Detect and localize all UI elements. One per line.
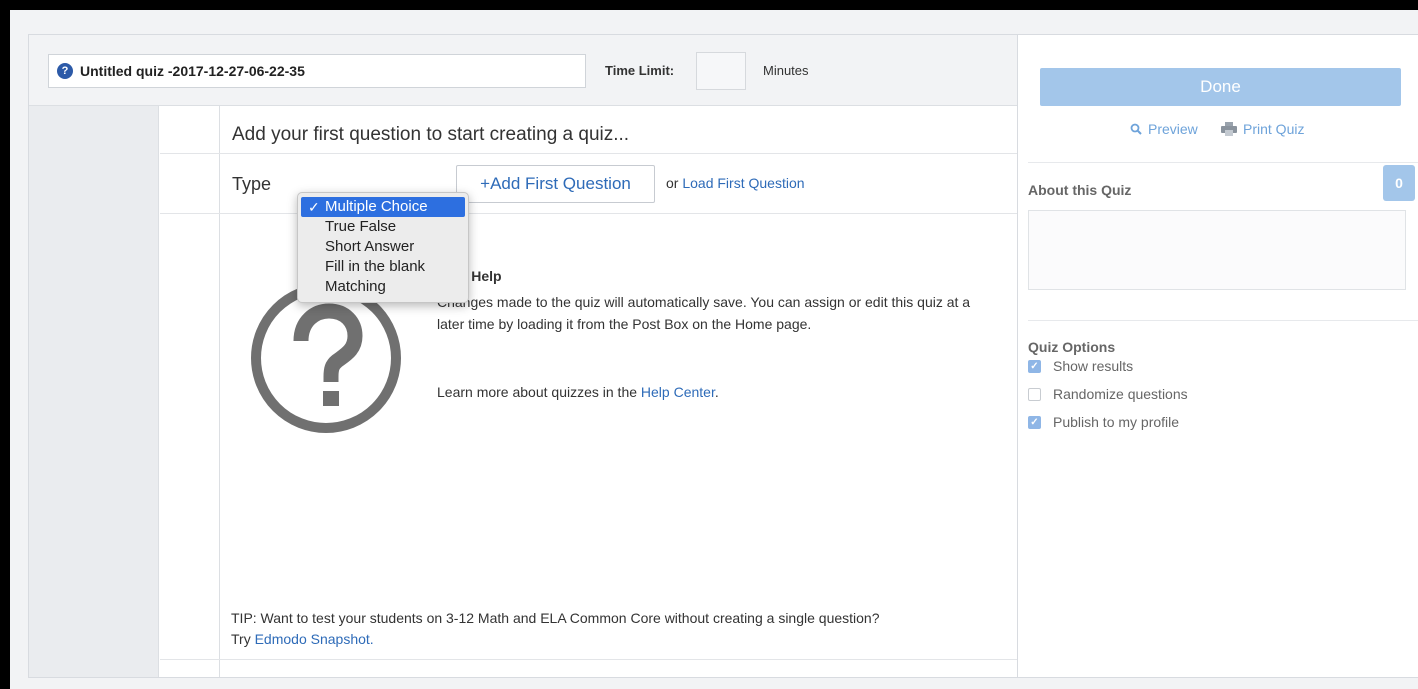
sidebar-divider — [1028, 320, 1418, 321]
row-divider — [160, 213, 1017, 214]
add-first-question-button[interactable]: +Add First Question — [456, 165, 655, 203]
type-option-label: Multiple Choice — [325, 198, 428, 215]
preview-label: Preview — [1148, 121, 1198, 137]
quiz-sidebar: Done Preview Print Quiz About this Quiz … — [1018, 34, 1418, 678]
quiz-icon: ? — [57, 63, 73, 79]
print-quiz-link[interactable]: Print Quiz — [1221, 121, 1304, 137]
tip-body: TIP: Want to test your students on 3-12 … — [231, 610, 880, 626]
type-option[interactable]: Short Answer — [298, 237, 468, 257]
time-limit-label: Time Limit: — [605, 63, 675, 78]
option-label: Show results — [1053, 358, 1134, 374]
tip-text: TIP: Want to test your students on 3-12 … — [231, 608, 1011, 650]
row-divider — [160, 153, 1017, 154]
quiz-options-title: Quiz Options — [1028, 339, 1116, 355]
quiz-title-text: Untitled quiz -2017-12-27-06-22-35 — [80, 63, 305, 79]
help-center-link[interactable]: Help Center — [641, 384, 715, 400]
print-quiz-label: Print Quiz — [1243, 121, 1305, 137]
magnifier-icon — [1130, 123, 1142, 135]
load-question-text: or Load First Question — [666, 175, 805, 191]
option-label: Publish to my profile — [1053, 414, 1180, 430]
printer-icon — [1221, 122, 1237, 136]
sidebar-divider — [1028, 162, 1418, 163]
question-type-dropdown[interactable]: ✓ Multiple Choice True False Short Answe… — [297, 192, 469, 303]
preview-link[interactable]: Preview — [1130, 121, 1198, 137]
help-more-prefix: Learn more about quizzes in the — [437, 384, 638, 400]
checkbox-checked[interactable]: ✓ — [1028, 359, 1041, 373]
quiz-title-field[interactable]: ? Untitled quiz -2017-12-27-06-22-35 — [48, 54, 586, 88]
type-option[interactable]: ✓ Multiple Choice — [301, 197, 465, 217]
tip-try-line: Try Edmodo Snapshot. — [231, 629, 1011, 650]
left-column — [29, 106, 159, 677]
option-label: Randomize questions — [1053, 386, 1188, 402]
type-option[interactable]: Fill in the blank — [298, 257, 468, 277]
done-button[interactable]: Done — [1040, 68, 1401, 106]
minutes-label: Minutes — [763, 63, 809, 78]
help-text: Changes made to the quiz will automatica… — [437, 294, 971, 332]
page-heading: Add your first question to start creatin… — [232, 124, 630, 145]
tip-try-prefix: Try — [231, 631, 251, 647]
quiz-header: ? Untitled quiz -2017-12-27-06-22-35 Tim… — [29, 35, 1017, 106]
checkbox-checked[interactable]: ✓ — [1028, 415, 1041, 429]
checkmark-icon: ✓ — [308, 199, 320, 215]
question-number-column — [160, 106, 220, 677]
load-first-question-link[interactable]: Load First Question — [682, 175, 804, 191]
option-randomize-questions[interactable]: Randomize questions — [1028, 386, 1188, 402]
or-text: or — [666, 175, 679, 191]
option-publish-profile[interactable]: ✓ Publish to my profile — [1028, 414, 1179, 430]
help-more-text: Learn more about quizzes in the Help Cen… — [437, 384, 719, 400]
checkbox-unchecked[interactable] — [1028, 387, 1041, 401]
type-option[interactable]: Matching — [298, 277, 468, 297]
time-limit-input[interactable] — [696, 52, 746, 90]
row-divider — [160, 659, 1017, 660]
question-count-badge: 0 — [1383, 165, 1415, 201]
about-quiz-title: About this Quiz — [1028, 182, 1132, 198]
quiz-editor: ? Untitled quiz -2017-12-27-06-22-35 Tim… — [10, 10, 1418, 689]
help-more-suffix: . — [714, 384, 719, 400]
question-mark-icon — [251, 283, 401, 433]
option-show-results[interactable]: ✓ Show results — [1028, 358, 1133, 374]
type-label: Type — [232, 174, 272, 194]
edmodo-snapshot-link[interactable]: Edmodo Snapshot. — [255, 631, 374, 647]
quiz-main-panel: ? Untitled quiz -2017-12-27-06-22-35 Tim… — [28, 34, 1018, 678]
about-quiz-field[interactable] — [1028, 210, 1406, 290]
type-option[interactable]: True False — [298, 217, 468, 237]
